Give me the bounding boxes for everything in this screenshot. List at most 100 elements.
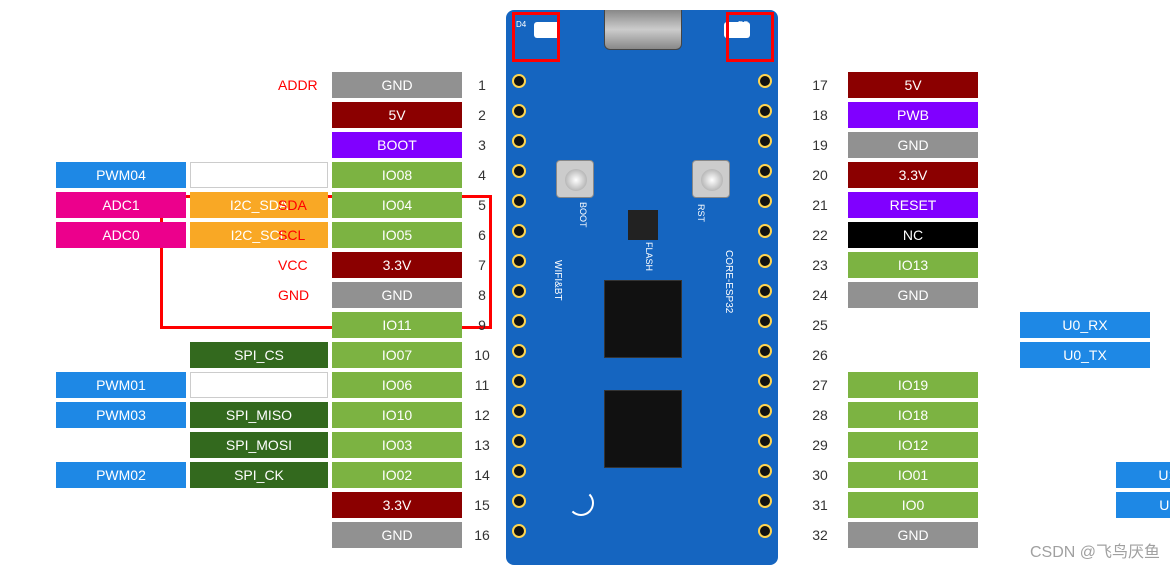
pin-number-left-4: 4	[468, 162, 496, 188]
pin-9-cell-0: IO11	[332, 312, 462, 338]
pinhole	[758, 404, 772, 418]
pin-5-cell-0: IO04	[332, 192, 462, 218]
pin-number-right-32: 32	[806, 522, 834, 548]
pin-20-cell-0: 3.3V	[848, 162, 978, 188]
pin-14-cell-0: IO02	[332, 462, 462, 488]
pinhole	[512, 254, 526, 268]
pin-number-left-10: 10	[468, 342, 496, 368]
pin-number-left-2: 2	[468, 102, 496, 128]
pin-number-left-7: 7	[468, 252, 496, 278]
pin-10-cell-0: IO07	[332, 342, 462, 368]
pin-number-left-6: 6	[468, 222, 496, 248]
annotation-addr: ADDR	[278, 77, 318, 93]
pinhole	[758, 284, 772, 298]
pin-14-cell-1: SPI_CK	[190, 462, 328, 488]
annotation-vcc: VCC	[278, 257, 308, 273]
pinhole	[758, 164, 772, 178]
pinhole	[512, 134, 526, 148]
pin-17-cell-0: 5V	[848, 72, 978, 98]
flash-chip	[628, 210, 658, 240]
pin-2-cell-0: 5V	[332, 102, 462, 128]
pinhole	[512, 194, 526, 208]
pin-12-cell-1: SPI_MISO	[190, 402, 328, 428]
pin-number-left-13: 13	[468, 432, 496, 458]
annotation-gnd: GND	[278, 287, 309, 303]
led-d5-highlight	[726, 12, 774, 62]
mcu-chip	[604, 280, 682, 358]
pin-number-right-26: 26	[806, 342, 834, 368]
pin-30-cell-0: IO01	[848, 462, 978, 488]
pin-number-right-17: 17	[806, 72, 834, 98]
pin-15-cell-0: 3.3V	[332, 492, 462, 518]
pin-6-cell-1: I2C_SCL	[190, 222, 328, 248]
pinhole	[758, 314, 772, 328]
pin-number-right-25: 25	[806, 312, 834, 338]
pin-6-cell-2: ADC0	[56, 222, 186, 248]
pin-number-left-8: 8	[468, 282, 496, 308]
pinhole	[512, 494, 526, 508]
pin-27-cell-0: IO19	[848, 372, 978, 398]
pin-number-right-24: 24	[806, 282, 834, 308]
pin-number-left-16: 16	[468, 522, 496, 548]
rf-chip	[604, 390, 682, 468]
annotation-scl: SCL	[278, 227, 305, 243]
pin-13-cell-0: IO03	[332, 432, 462, 458]
pin-number-left-9: 9	[468, 312, 496, 338]
pin-11-cell-2: PWM01	[56, 372, 186, 398]
pin-23-cell-0: IO13	[848, 252, 978, 278]
pin-4-cell-0: IO08	[332, 162, 462, 188]
pin-5-cell-1: I2C_SDA	[190, 192, 328, 218]
pin-5-cell-2: ADC1	[56, 192, 186, 218]
board: D4 D5 WIFI&BT CORE-ESP32 BOOT FLASH RST	[506, 10, 778, 565]
pin-31-cell-2: U1_TX	[1116, 492, 1170, 518]
pinhole	[512, 404, 526, 418]
pin-7-cell-0: 3.3V	[332, 252, 462, 278]
pin-30-cell-2: U1_RX	[1116, 462, 1170, 488]
pin-number-left-11: 11	[468, 372, 496, 398]
pin-11-cell-1	[190, 372, 328, 398]
pinhole	[758, 224, 772, 238]
boot-button[interactable]	[556, 160, 594, 198]
pin-number-right-31: 31	[806, 492, 834, 518]
pin-13-cell-1: SPI_MOSI	[190, 432, 328, 458]
pinhole	[512, 224, 526, 238]
pin-number-right-20: 20	[806, 162, 834, 188]
watermark: CSDN @飞鸟厌鱼	[1030, 538, 1160, 562]
pin-number-left-5: 5	[468, 192, 496, 218]
pinhole	[758, 374, 772, 388]
pin-25-cell2-0: U0_RX	[1020, 312, 1150, 338]
pin-4-cell-1	[190, 162, 328, 188]
pin-16-cell-0: GND	[332, 522, 462, 548]
pin-number-right-29: 29	[806, 432, 834, 458]
pinhole	[758, 434, 772, 448]
rst-button[interactable]	[692, 160, 730, 198]
pin-29-cell-0: IO12	[848, 432, 978, 458]
pinhole	[758, 464, 772, 478]
pinhole	[512, 434, 526, 448]
pin-12-cell-2: PWM03	[56, 402, 186, 428]
rst-label: RST	[696, 204, 706, 222]
pin-number-left-3: 3	[468, 132, 496, 158]
pin-10-cell-1: SPI_CS	[190, 342, 328, 368]
pin-4-cell-2: PWM04	[56, 162, 186, 188]
pinhole	[758, 104, 772, 118]
pin-number-right-22: 22	[806, 222, 834, 248]
pinhole	[758, 74, 772, 88]
pinhole	[512, 374, 526, 388]
pin-31-cell-0: IO0	[848, 492, 978, 518]
pin-number-right-18: 18	[806, 102, 834, 128]
annotation-sda: SDA	[278, 197, 307, 213]
pin-19-cell-0: GND	[848, 132, 978, 158]
pinhole	[758, 254, 772, 268]
pinhole	[512, 74, 526, 88]
pin-number-right-19: 19	[806, 132, 834, 158]
pin-number-right-28: 28	[806, 402, 834, 428]
pin-number-left-15: 15	[468, 492, 496, 518]
pinhole	[758, 524, 772, 538]
led-d4-highlight	[512, 12, 560, 62]
pin-18-cell-0: PWB	[848, 102, 978, 128]
pinhole	[512, 314, 526, 328]
pin-6-cell-0: IO05	[332, 222, 462, 248]
pinhole	[512, 524, 526, 538]
pinhole	[512, 284, 526, 298]
